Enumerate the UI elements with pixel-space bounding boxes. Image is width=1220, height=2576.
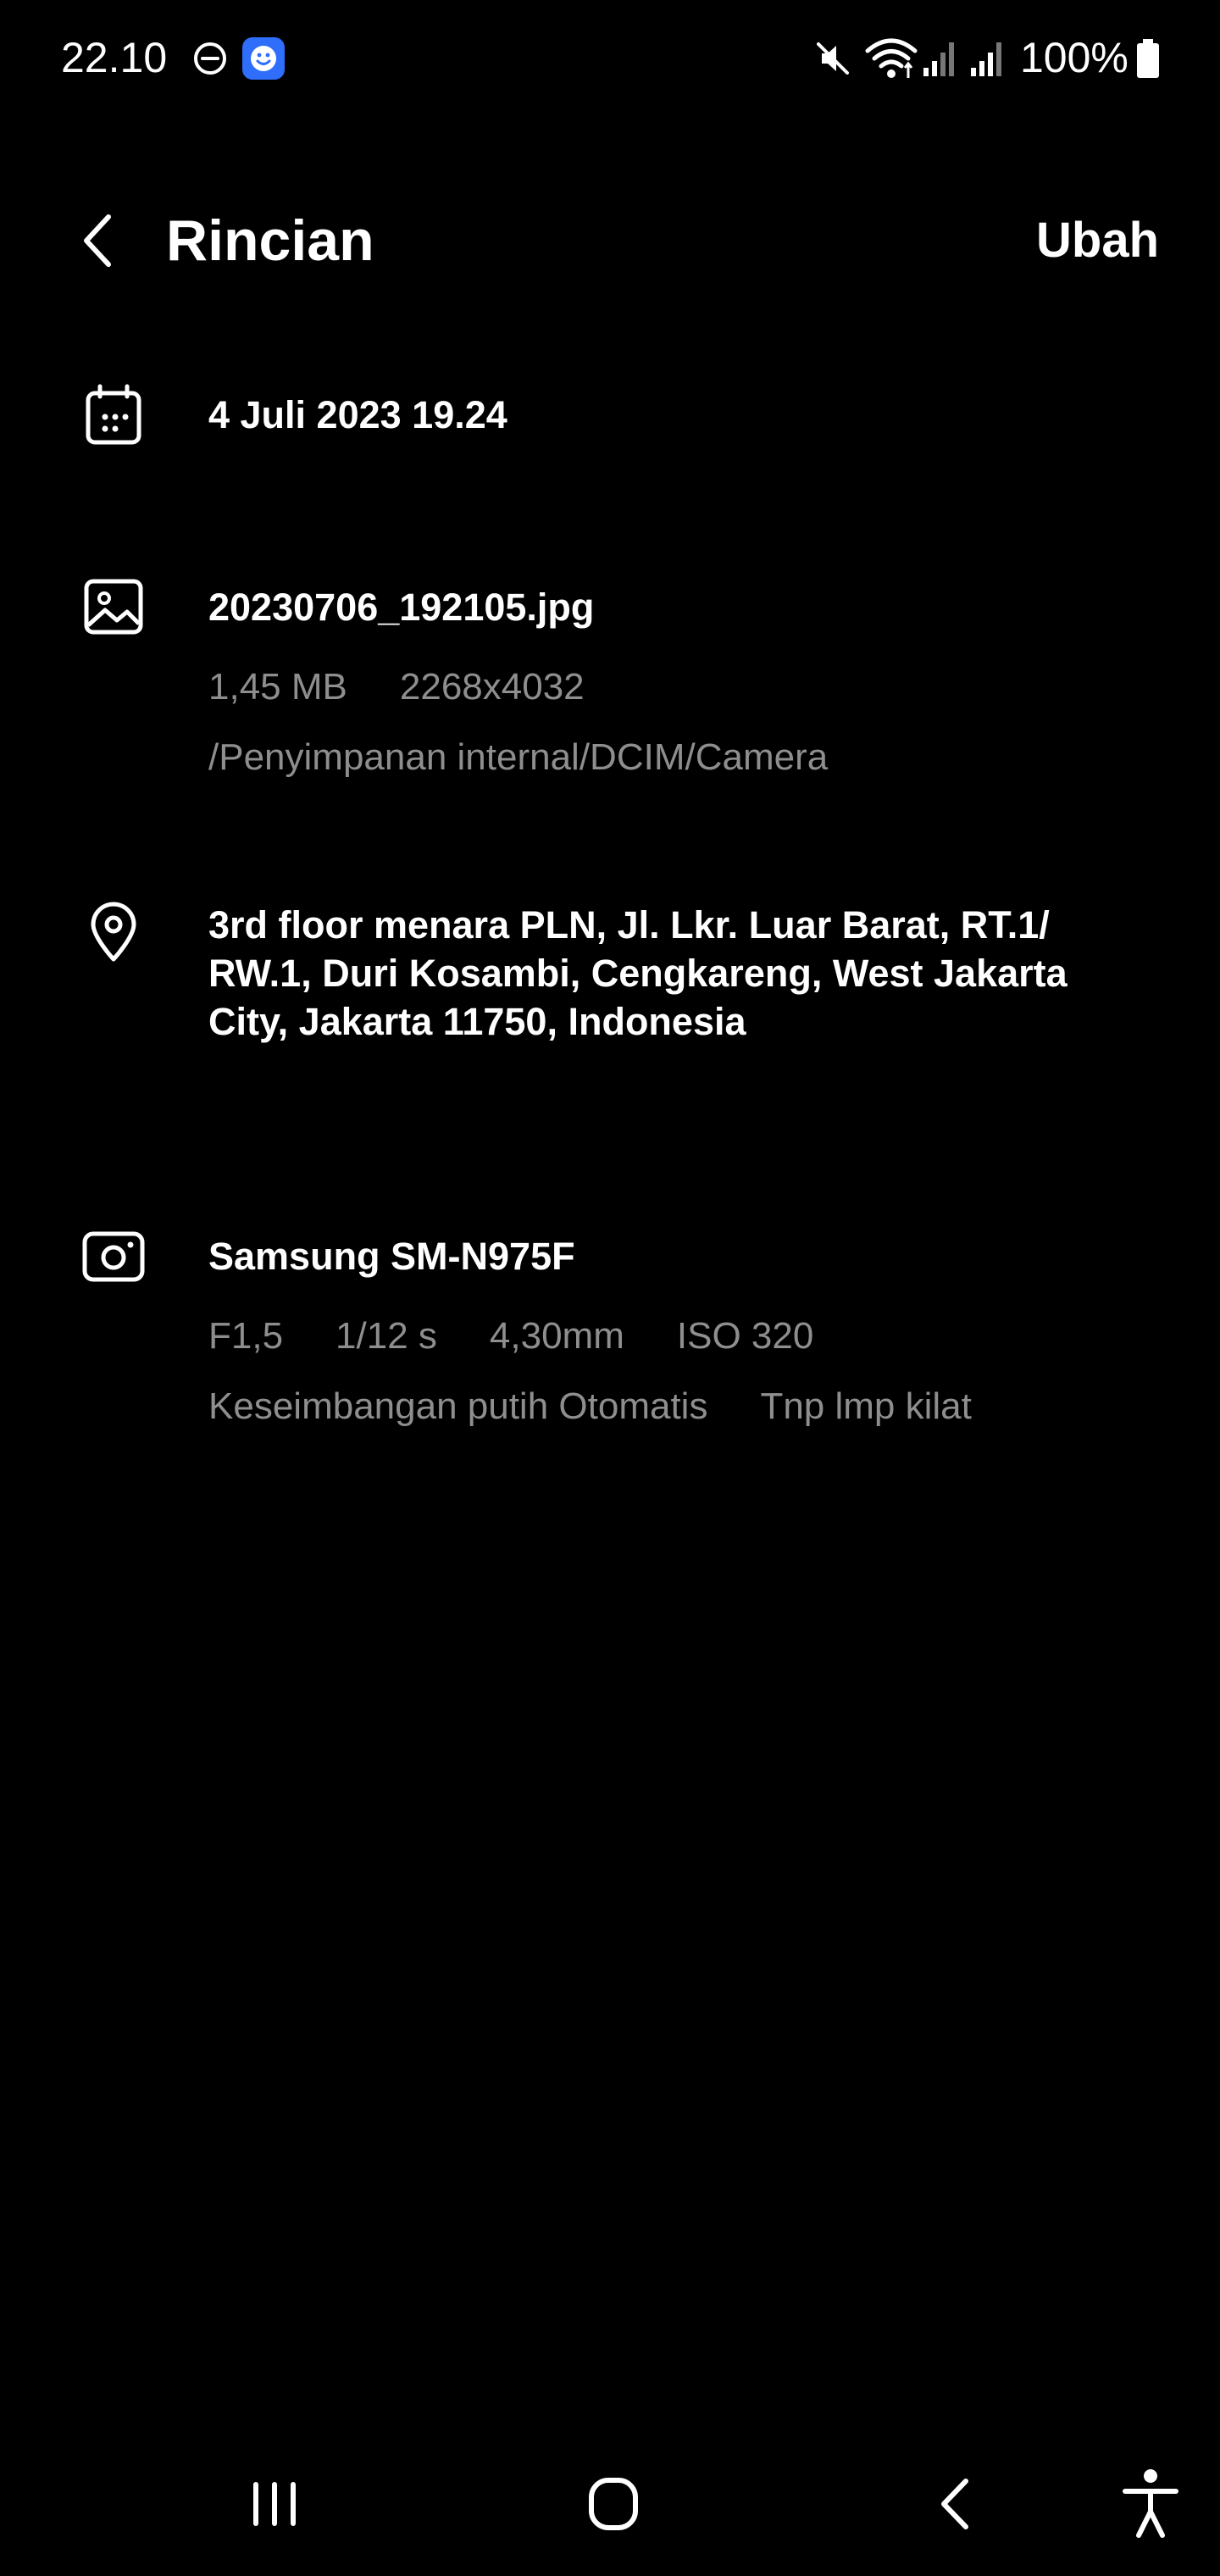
- accessibility-icon: [1123, 2469, 1178, 2538]
- back-arrow-icon: [84, 214, 111, 267]
- file-resolution: 2268x4032: [399, 666, 585, 708]
- back-icon: [941, 2479, 968, 2529]
- app-notification-icon: [242, 37, 285, 80]
- page-title: Rincian: [166, 208, 374, 273]
- recent-apps-icon: [253, 2482, 296, 2526]
- do-not-disturb-icon: [194, 42, 226, 75]
- focal-length: 4,30mm: [489, 1315, 624, 1357]
- wifi-icon: [865, 38, 918, 78]
- battery-icon: [1137, 39, 1159, 78]
- file-size: 1,45 MB: [208, 666, 347, 708]
- status-time: 22.10: [61, 34, 168, 81]
- white-balance: Keseimbangan putih Otomatis: [208, 1385, 708, 1427]
- location-address[interactable]: 3rd floor menara PLN, Jl. Lkr. Luar Bara…: [208, 901, 1149, 1046]
- calendar-icon: [86, 384, 141, 445]
- camera-model: Samsung SM-N975F: [208, 1235, 575, 1278]
- back-button[interactable]: [68, 200, 129, 281]
- image-icon: [84, 579, 143, 635]
- file-path: /Penyimpanan internal/DCIM/Camera: [208, 736, 829, 778]
- signal-icon: [923, 42, 954, 76]
- accessibility-button[interactable]: [1100, 2457, 1201, 2551]
- file-name: 20230706_192105.jpg: [208, 586, 595, 629]
- mute-icon: [817, 42, 849, 75]
- camera-settings: F1,5 1/12 s 4,30mm ISO 320: [208, 1313, 866, 1360]
- recent-apps-button[interactable]: [224, 2457, 325, 2551]
- shutter-speed: 1/12 s: [336, 1315, 437, 1357]
- home-icon: [589, 2478, 638, 2530]
- flash: Tnp lmp kilat: [760, 1385, 972, 1427]
- camera-icon: [82, 1231, 145, 1282]
- aperture: F1,5: [208, 1315, 284, 1357]
- home-button[interactable]: [563, 2457, 664, 2551]
- battery-percentage: 100%: [1020, 34, 1128, 81]
- nav-back-button[interactable]: [905, 2457, 1006, 2551]
- file-info: 1,45 MB 2268x4032: [208, 663, 637, 711]
- camera-extra: Keseimbangan putih Otomatis Tnp lmp kilat: [208, 1383, 1024, 1430]
- signal-icon: [971, 42, 1001, 76]
- location-pin-icon: [91, 902, 136, 962]
- edit-button[interactable]: Ubah: [1036, 210, 1159, 271]
- date-taken: 4 Juli 2023 19.24: [208, 393, 507, 436]
- iso: ISO 320: [676, 1315, 814, 1357]
